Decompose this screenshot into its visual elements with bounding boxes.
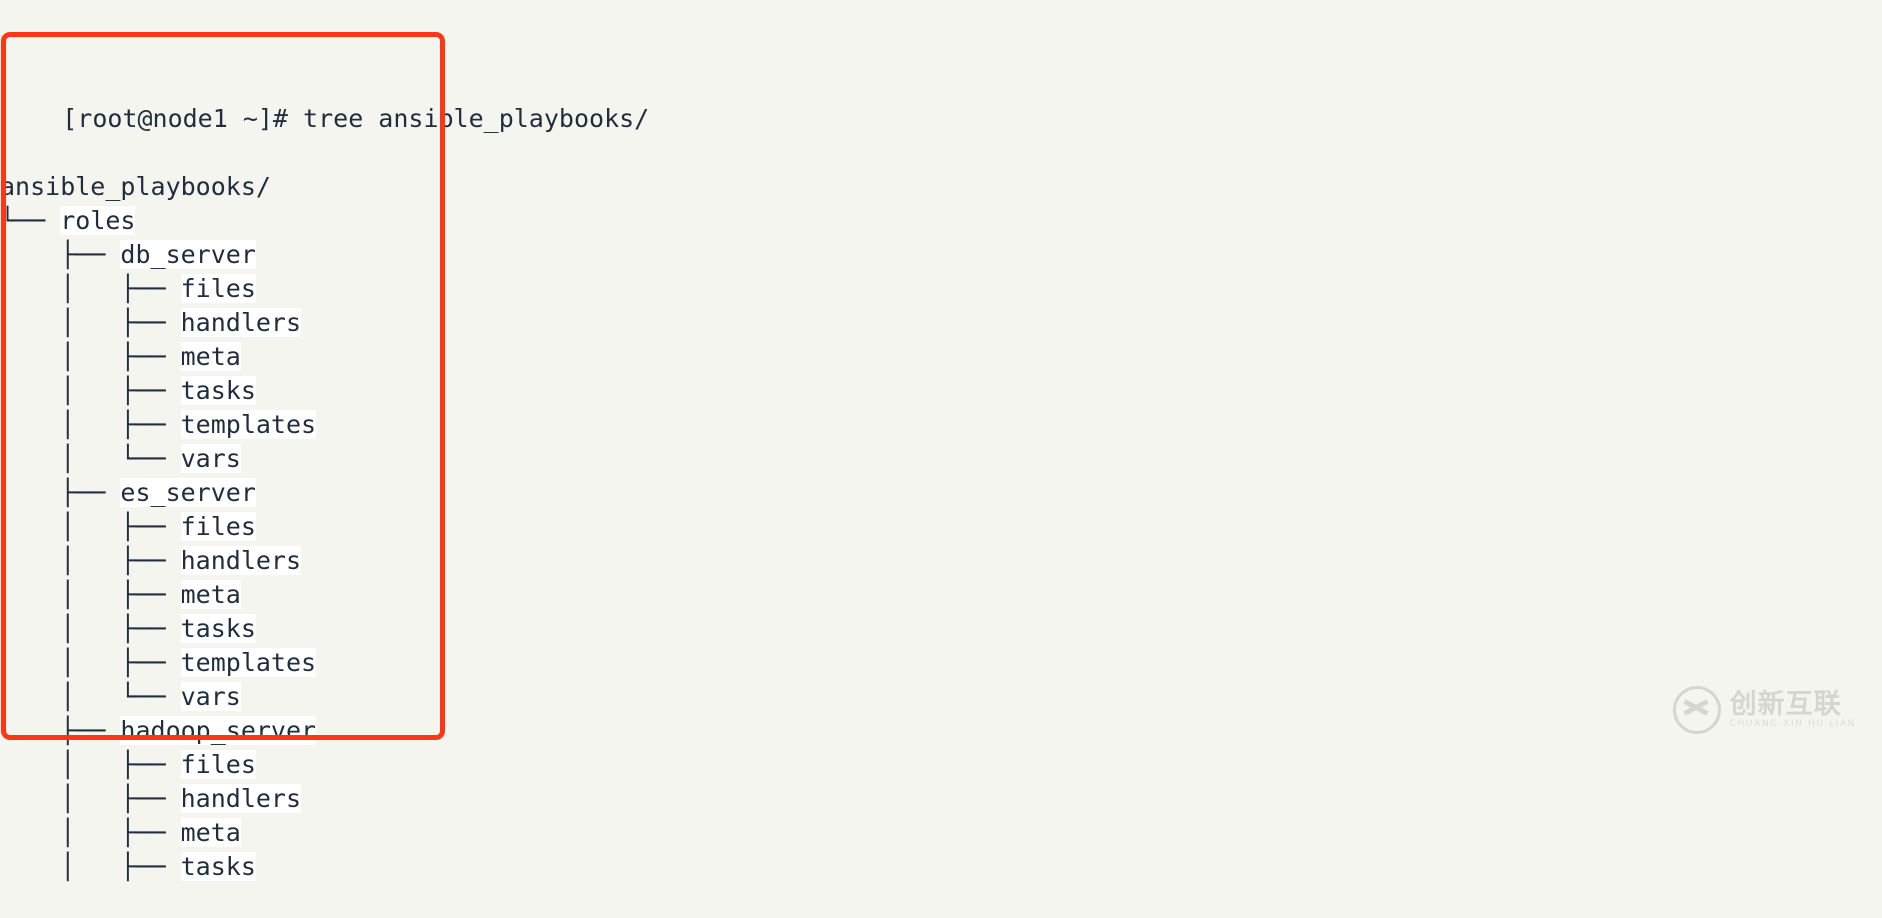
tree-row: │ ├── templates [0, 408, 1882, 442]
tree-row: ├── es_server [0, 476, 1882, 510]
tree-node-name: tasks [180, 614, 256, 643]
terminal-output: [root@node1 ~]# tree ansible_playbooks/ … [0, 0, 1882, 881]
tree-branch-connector: │ ├── [0, 274, 181, 303]
tree-node-name: handlers [180, 308, 302, 337]
tree-branch-connector: │ ├── [0, 852, 181, 881]
tree-branch-connector: │ ├── [0, 342, 181, 371]
tree-row: ├── hadoop_server [0, 714, 1882, 748]
tree-row: │ ├── handlers [0, 306, 1882, 340]
tree-node-name: files [180, 512, 256, 541]
tree-branch-connector: ├── [0, 716, 121, 745]
tree-node-name: files [180, 274, 256, 303]
tree-node-name: handlers [180, 546, 302, 575]
tree-node-name: db_server [120, 240, 256, 269]
tree-branch-connector: │ ├── [0, 308, 181, 337]
tree-row: │ ├── tasks [0, 612, 1882, 646]
tree-node-name: meta [180, 818, 241, 847]
tree-node-name: tasks [180, 376, 256, 405]
tree-branch-connector: │ └── [0, 444, 181, 473]
tree-row: │ ├── tasks [0, 850, 1882, 884]
tree-branch-connector: │ ├── [0, 784, 181, 813]
tree-node-name: handlers [180, 784, 302, 813]
tree-node-name: files [180, 750, 256, 779]
tree-node-name: vars [180, 444, 241, 473]
prompt-command-text: [root@node1 ~]# tree ansible_playbooks/ [62, 104, 650, 133]
tree-row: │ ├── handlers [0, 544, 1882, 578]
tree-branch-connector: │ ├── [0, 410, 181, 439]
shell-prompt-line: [root@node1 ~]# tree ansible_playbooks/ [0, 68, 1882, 133]
tree-row: ansible_playbooks/ [0, 170, 1882, 204]
cx-circle-logo-icon [1672, 686, 1721, 734]
tree-node-name: es_server [120, 478, 256, 507]
tree-row: │ ├── files [0, 510, 1882, 544]
tree-node-name: roles [60, 206, 136, 235]
watermark: 创新互联 CHUANG XIN HU LIAN [1672, 686, 1856, 734]
tree-row: │ ├── files [0, 748, 1882, 782]
tree-row: │ ├── tasks [0, 374, 1882, 408]
tree-branch-connector: ├── [0, 478, 121, 507]
tree-branch-connector: │ ├── [0, 546, 181, 575]
tree-row: │ ├── meta [0, 340, 1882, 374]
tree-row: ├── db_server [0, 238, 1882, 272]
watermark-pinyin: CHUANG XIN HU LIAN [1729, 719, 1856, 729]
tree-row: │ ├── templates [0, 646, 1882, 680]
watermark-text: 创新互联 CHUANG XIN HU LIAN [1730, 690, 1856, 730]
tree-node-name: meta [180, 580, 241, 609]
tree-row: │ └── vars [0, 680, 1882, 714]
tree-node-name: meta [180, 342, 241, 371]
tree-row: └── roles [0, 204, 1882, 238]
tree-branch-connector: │ ├── [0, 648, 181, 677]
tree-branch-connector: │ ├── [0, 580, 181, 609]
tree-node-name: ansible_playbooks/ [0, 172, 271, 201]
tree-node-name: tasks [180, 852, 256, 881]
tree-node-name: templates [180, 648, 317, 677]
tree-node-name: hadoop_server [120, 716, 317, 745]
tree-row: │ └── vars [0, 442, 1882, 476]
tree-branch-connector: │ ├── [0, 818, 181, 847]
watermark-chinese: 创新互联 [1729, 689, 1842, 720]
tree-branch-connector: └── [0, 206, 61, 235]
tree-row: │ ├── handlers [0, 782, 1882, 816]
tree-branch-connector: │ ├── [0, 376, 181, 405]
tree-row: │ ├── meta [0, 578, 1882, 612]
tree-row: │ ├── meta [0, 816, 1882, 850]
tree-node-name: vars [180, 682, 241, 711]
tree-branch-connector: ├── [0, 240, 121, 269]
tree-branch-connector: │ ├── [0, 614, 181, 643]
tree-branch-connector: │ ├── [0, 512, 181, 541]
tree-branch-connector: │ ├── [0, 750, 181, 779]
tree-branch-connector: │ └── [0, 682, 181, 711]
tree-listing: ansible_playbooks/ └── roles ├── db_serve… [0, 170, 1882, 884]
tree-node-name: templates [180, 410, 317, 439]
tree-row: │ ├── files [0, 272, 1882, 306]
